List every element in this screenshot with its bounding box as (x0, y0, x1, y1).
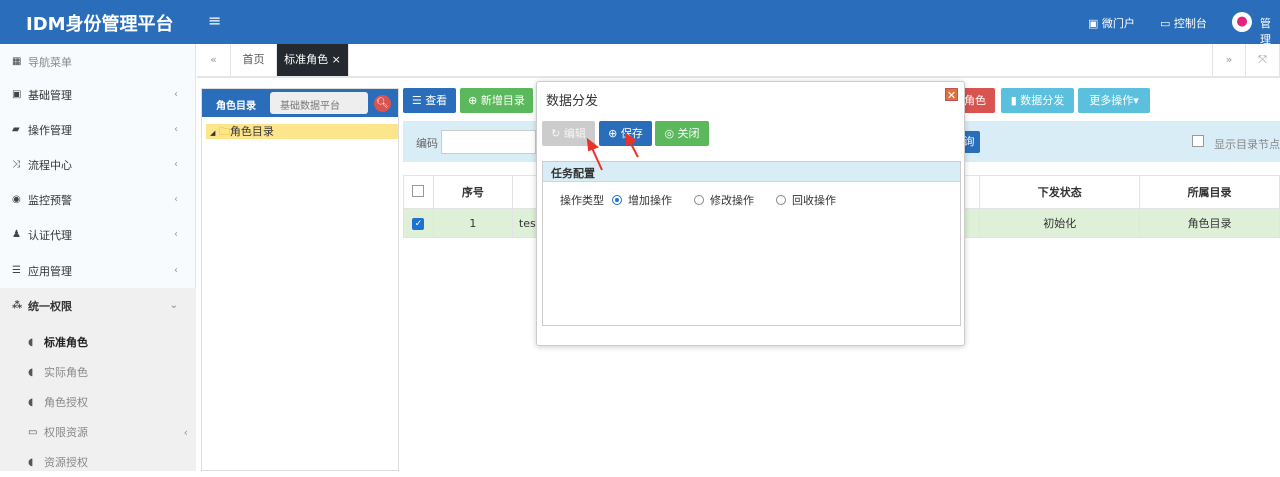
radio-revoke[interactable]: 回收操作 (776, 192, 836, 208)
row-status: 初始化 (979, 208, 1141, 238)
chevron-left-icon: ‹ (174, 159, 178, 170)
shuffle-icon: ⤨ (12, 159, 20, 170)
row-index: 1 (432, 208, 513, 238)
tab-standard-role[interactable]: 标准角色 × (277, 44, 349, 76)
tab-scroll-right-icon[interactable]: » (1212, 44, 1246, 76)
app-title: IDM身份管理平台 (26, 14, 174, 35)
radio-add[interactable]: 增加操作 (612, 192, 672, 208)
red-arrow-icon (586, 137, 603, 171)
search-icon[interactable]: 🔍︎ (374, 95, 391, 112)
caret-down-icon: ▾ (1133, 94, 1139, 107)
chevron-left-icon: ‹ (174, 265, 178, 276)
chevron-left-icon: ‹ (174, 124, 178, 135)
directory-search-input[interactable]: 基础数据平台 (270, 92, 368, 114)
tab-scroll-left-icon[interactable]: « (197, 44, 231, 76)
col-directory: 所属目录 (1139, 175, 1280, 209)
code-label: 编码 (416, 137, 438, 150)
annotation-arrows (586, 131, 639, 171)
leaf-icon: ◖ (28, 336, 34, 348)
sidebar-item-auth-proxy[interactable]: ♟ 认证代理 ‹ (0, 217, 196, 252)
sidebar-sub-role-auth[interactable]: ◖ 角色授权 (28, 387, 88, 417)
sidebar-item-apps[interactable]: ☰ 应用管理 ‹ (0, 253, 196, 288)
list-icon: ☰ (411, 94, 422, 107)
user-name[interactable]: 管理 (1260, 15, 1280, 47)
radio-modify[interactable]: 修改操作 (694, 192, 754, 208)
expand-icon[interactable]: ◢ (210, 129, 215, 137)
show-dir-nodes-checkbox[interactable] (1192, 135, 1204, 147)
sidebar-item-permissions[interactable]: ⁂ 统一权限 ⌄ (0, 288, 196, 323)
top-header: IDM身份管理平台 ≡ ▣ 微门户 ▭ 控制台 ● 管理 (0, 0, 1280, 47)
monitor-icon: ▭ (1160, 17, 1174, 30)
leaf-icon: ◖ (28, 366, 34, 378)
sidebar-item-process[interactable]: ⤨ 流程中心 ‹ (0, 147, 196, 182)
circle-icon: ◎ (664, 127, 675, 140)
sitemap-icon: ⁂ (12, 300, 23, 311)
tab-home[interactable]: 首页 (231, 44, 277, 76)
tab-bar: « 首页 标准角色 × » ⤧ (197, 44, 1280, 78)
sidebar-submenu: ⁂ 统一权限 ⌄ ◖ 标准角色 ◖ 实际角色 ◖ 角色授权 ▭ 权限资源 ‹ ◖ 资源授权 (0, 288, 196, 471)
console-link[interactable]: ▭ 控制台 (1160, 15, 1207, 31)
book-icon: ▰ (12, 124, 20, 135)
data-distribution-dialog: 数据分发 ✕ ↻ 编辑 ⊕ 保存 ◎ 关闭 任务配置 操作类型 增加操作 修改操… (536, 81, 965, 346)
leaf-icon: ◖ (28, 456, 34, 468)
sidebar-title: ▦ 导航菜单 (12, 55, 72, 69)
id-card-icon: ▣ (1088, 17, 1102, 30)
row-directory: 角色目录 (1139, 208, 1280, 238)
code-input[interactable] (441, 130, 536, 154)
fullscreen-icon[interactable]: ⤧ (1246, 44, 1280, 76)
menu-toggle-icon[interactable]: ≡ (208, 11, 221, 30)
list-icon: ☰ (12, 265, 21, 276)
sidebar-sub-actual-role[interactable]: ◖ 实际角色 (28, 357, 88, 387)
add-directory-button[interactable]: ⊕ 新增目录 (460, 88, 533, 113)
show-dir-nodes-label: 显示目录节点 (1214, 138, 1280, 151)
chevron-left-icon: ‹ (174, 194, 178, 205)
chevron-left-icon: ‹ (174, 89, 178, 100)
edit-icon: ↻ (551, 127, 561, 140)
more-actions-dropdown[interactable]: 更多操作▾ (1078, 88, 1150, 113)
view-button[interactable]: ☰ 查看 (403, 88, 456, 113)
plus-circle-icon: ⊕ (468, 94, 478, 107)
leaf-icon: ◖ (28, 396, 34, 408)
sidebar-item-operation[interactable]: ▰ 操作管理 ‹ (0, 112, 196, 147)
sidebar-sub-perm-resource[interactable]: ▭ 权限资源 ‹ (28, 417, 188, 447)
close-icon[interactable]: × (332, 53, 341, 66)
chevron-down-icon: ⌄ (169, 300, 178, 311)
chevron-left-icon: ‹ (183, 425, 188, 439)
users-icon: ♟ (12, 229, 21, 240)
panel-title: 角色目录 (216, 101, 256, 112)
red-arrow-icon (624, 131, 639, 158)
grid-icon: ▦ (12, 56, 22, 67)
role-directory-panel: 角色目录 基础数据平台 🔍︎ ◢ 🗀角色目录 (201, 88, 399, 471)
folder-icon: 🗀 (218, 125, 230, 138)
folder-icon: ▭ (28, 426, 38, 438)
sidebar-item-monitor[interactable]: ◉ 监控预警 ‹ (0, 182, 196, 217)
dialog-title: 数据分发 (546, 94, 599, 109)
col-status: 下发状态 (979, 175, 1141, 209)
task-config-panel: 任务配置 操作类型 增加操作 修改操作 回收操作 (542, 161, 961, 326)
id-card-icon: ▣ (12, 89, 22, 100)
avatar[interactable]: ● (1232, 12, 1252, 32)
chevron-left-icon: ‹ (174, 229, 178, 240)
portal-link[interactable]: ▣ 微门户 (1088, 15, 1135, 31)
select-all-checkbox[interactable] (403, 175, 434, 209)
operation-type-label: 操作类型 (560, 194, 604, 207)
col-index: 序号 (432, 175, 513, 209)
close-button[interactable]: ◎ 关闭 (655, 121, 709, 146)
operation-type-row: 操作类型 增加操作 修改操作 回收操作 (560, 192, 858, 208)
file-icon: ▮ (1010, 94, 1017, 107)
sidebar-item-basic[interactable]: ▣ 基础管理 ‹ (0, 77, 196, 112)
close-icon[interactable]: ✕ (945, 88, 958, 102)
panel-header: 角色目录 基础数据平台 🔍︎ (202, 89, 398, 117)
tree-node-root[interactable]: ◢ 🗀角色目录 (206, 124, 398, 139)
sidebar-sub-resource-auth[interactable]: ◖ 资源授权 (28, 447, 88, 477)
eye-icon: ◉ (12, 194, 21, 205)
row-checkbox[interactable]: ✓ (403, 208, 434, 238)
distribute-button[interactable]: ▮ 数据分发 (1001, 88, 1074, 113)
sidebar-sub-standard-role[interactable]: ◖ 标准角色 (28, 327, 88, 357)
